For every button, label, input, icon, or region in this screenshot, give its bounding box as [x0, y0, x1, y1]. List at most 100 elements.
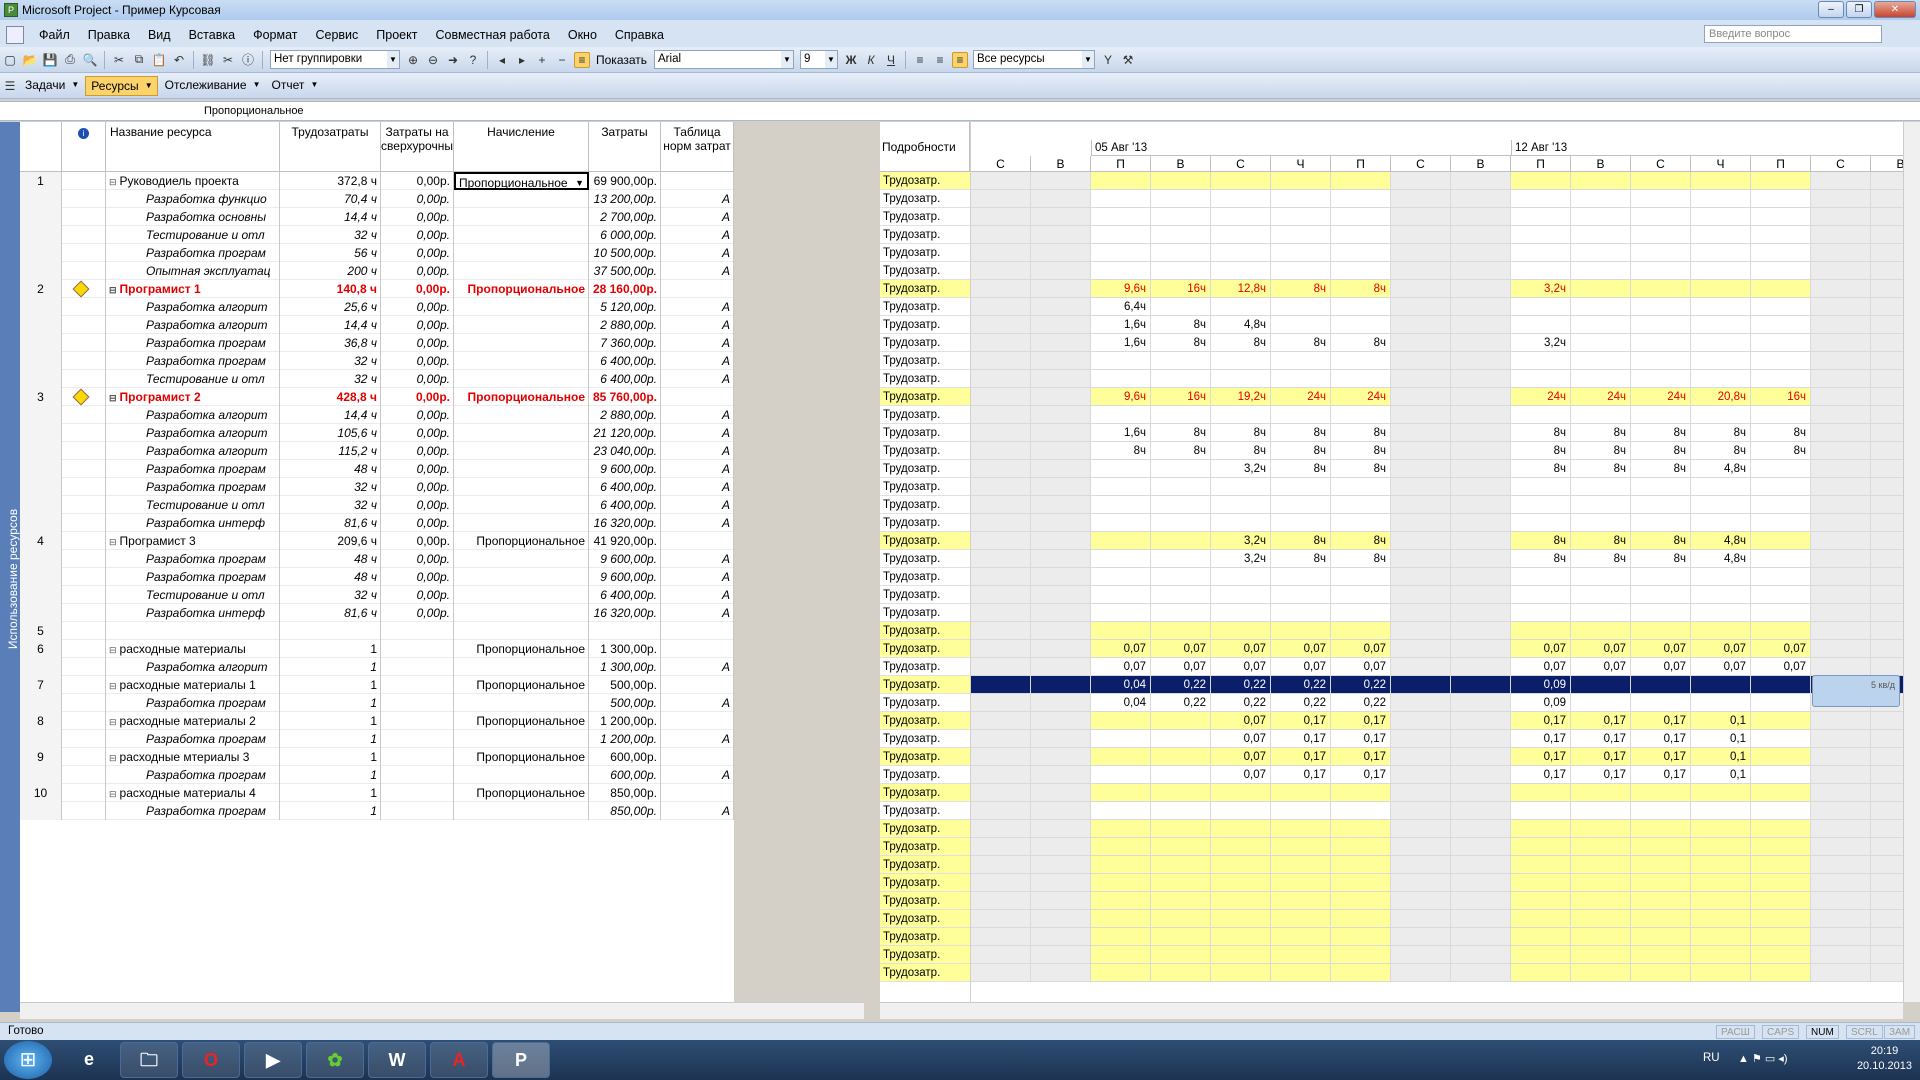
timescale-cell[interactable] — [971, 658, 1031, 676]
media-player-icon[interactable]: ▶ — [244, 1042, 302, 1078]
timescale-cell[interactable] — [1871, 748, 1903, 766]
italic-button[interactable]: К — [863, 52, 879, 68]
timescale-cell[interactable] — [1331, 604, 1391, 622]
timescale-cell[interactable] — [1451, 190, 1511, 208]
menu-project[interactable]: Проект — [367, 28, 426, 42]
timescale-cell[interactable] — [1091, 838, 1151, 856]
row-indicator[interactable] — [62, 478, 106, 496]
timescale-cell[interactable] — [1811, 550, 1871, 568]
ot-cost-cell[interactable] — [381, 730, 454, 748]
timescale-cell[interactable] — [1391, 208, 1451, 226]
row-id[interactable] — [20, 568, 62, 586]
timescale-cell[interactable] — [971, 748, 1031, 766]
timescale-cell[interactable] — [1571, 694, 1631, 712]
timescale-cell[interactable] — [1451, 802, 1511, 820]
timescale-cell[interactable] — [1451, 694, 1511, 712]
timescale-cell[interactable] — [1871, 946, 1903, 964]
timescale-cell[interactable] — [1451, 712, 1511, 730]
timescale-cell[interactable] — [1451, 658, 1511, 676]
cost-cell[interactable]: 2 880,00р. — [589, 406, 661, 424]
timescale-cell[interactable]: 8ч — [1091, 442, 1151, 460]
bold-button[interactable]: Ж — [843, 52, 859, 68]
timescale-cell[interactable] — [971, 424, 1031, 442]
ot-cost-cell[interactable]: 0,00р. — [381, 532, 454, 550]
table-row[interactable]: 8 ⊟ расходные материалы 2 1 Пропорциональное… — [20, 712, 734, 730]
resource-name[interactable]: ⊟ Програмист 1 — [106, 280, 280, 298]
timescale-cell[interactable] — [1751, 298, 1811, 316]
work-cell[interactable]: 1 — [280, 766, 381, 784]
timescale-cell[interactable] — [1871, 892, 1903, 910]
timescale-cell[interactable] — [1331, 190, 1391, 208]
timescale-cell[interactable] — [1871, 838, 1903, 856]
timescale-cell[interactable] — [1091, 586, 1151, 604]
timescale-cell[interactable] — [1811, 514, 1871, 532]
collapse-icon[interactable]: ⊟ — [109, 285, 117, 295]
timescale-cell[interactable]: 0,22 — [1331, 694, 1391, 712]
row-indicator[interactable] — [62, 640, 106, 658]
timescale-cell[interactable] — [1571, 910, 1631, 928]
collapse-icon[interactable]: ⊟ — [109, 789, 117, 799]
resource-name[interactable]: Разработка алгорит — [106, 406, 280, 424]
timescale-cell[interactable] — [1691, 316, 1751, 334]
ot-cost-cell[interactable] — [381, 694, 454, 712]
accrue-cell[interactable] — [454, 766, 589, 784]
timescale-cell[interactable] — [1811, 586, 1871, 604]
timescale-cell[interactable] — [1391, 244, 1451, 262]
copy-icon[interactable]: ⧉ — [131, 52, 147, 68]
timescale-cell[interactable] — [1331, 784, 1391, 802]
info-icon[interactable]: ⓘ — [240, 52, 256, 68]
timescale-cell[interactable]: 8ч — [1751, 424, 1811, 442]
timescale-cell[interactable] — [971, 514, 1031, 532]
timescale-cell[interactable] — [1751, 874, 1811, 892]
timescale-cell[interactable] — [1571, 190, 1631, 208]
align-right-icon[interactable]: ≡ — [952, 51, 969, 68]
col-name-header[interactable]: Название ресурса — [106, 122, 280, 172]
work-cell[interactable]: 1 — [280, 730, 381, 748]
timescale-cell[interactable] — [1751, 676, 1811, 694]
timescale-cell[interactable] — [1751, 802, 1811, 820]
timescale-cell[interactable] — [1811, 280, 1871, 298]
row-indicator[interactable] — [62, 604, 106, 622]
timescale-cell[interactable] — [1451, 208, 1511, 226]
timescale-cell[interactable] — [1031, 514, 1091, 532]
timescale-cell[interactable] — [1451, 748, 1511, 766]
timescale-cell[interactable] — [1031, 694, 1091, 712]
grouping-select[interactable]: Нет группировки ▼ — [270, 50, 400, 69]
timescale-cell[interactable]: 0,22 — [1151, 694, 1211, 712]
timescale-cell[interactable] — [971, 820, 1031, 838]
timescale-cell[interactable]: 3,2ч — [1211, 460, 1271, 478]
row-id[interactable] — [20, 730, 62, 748]
timescale-cell[interactable] — [1091, 964, 1151, 982]
timescale-cell[interactable]: 0,17 — [1511, 748, 1571, 766]
timescale-cell[interactable] — [1271, 496, 1331, 514]
work-cell[interactable]: 140,8 ч — [280, 280, 381, 298]
accrue-cell[interactable] — [454, 352, 589, 370]
timescale-cell[interactable] — [1031, 604, 1091, 622]
timescale-cell[interactable] — [1271, 838, 1331, 856]
timescale-cell[interactable] — [1271, 316, 1331, 334]
work-cell[interactable]: 81,6 ч — [280, 514, 381, 532]
resource-name[interactable]: Разработка функцио — [106, 190, 280, 208]
table-row[interactable]: 5 — [20, 622, 734, 640]
timescale-cell[interactable] — [1811, 460, 1871, 478]
timescale-cell[interactable] — [1451, 676, 1511, 694]
row-id[interactable] — [20, 208, 62, 226]
timescale-cell[interactable] — [1451, 244, 1511, 262]
timescale-cell[interactable] — [1871, 784, 1903, 802]
work-cell[interactable]: 1 — [280, 658, 381, 676]
view-resources-button[interactable]: Ресурсы ▼ — [85, 75, 158, 96]
row-indicator[interactable] — [62, 298, 106, 316]
timescale-cell[interactable] — [1751, 532, 1811, 550]
row-indicator[interactable] — [62, 208, 106, 226]
timescale-cell[interactable] — [1391, 586, 1451, 604]
timescale-cell[interactable]: 16ч — [1151, 388, 1211, 406]
timescale-cell[interactable] — [1031, 244, 1091, 262]
accrue-cell[interactable] — [454, 190, 589, 208]
work-cell[interactable]: 1 — [280, 802, 381, 820]
timescale-cell[interactable] — [1691, 208, 1751, 226]
timescale-cell[interactable] — [1751, 226, 1811, 244]
table-row[interactable]: Разработка програм 1 1 200,00р. A — [20, 730, 734, 748]
resource-name[interactable]: Разработка алгорит — [106, 424, 280, 442]
timescale-cell[interactable] — [971, 640, 1031, 658]
timescale-cell[interactable] — [1751, 820, 1811, 838]
